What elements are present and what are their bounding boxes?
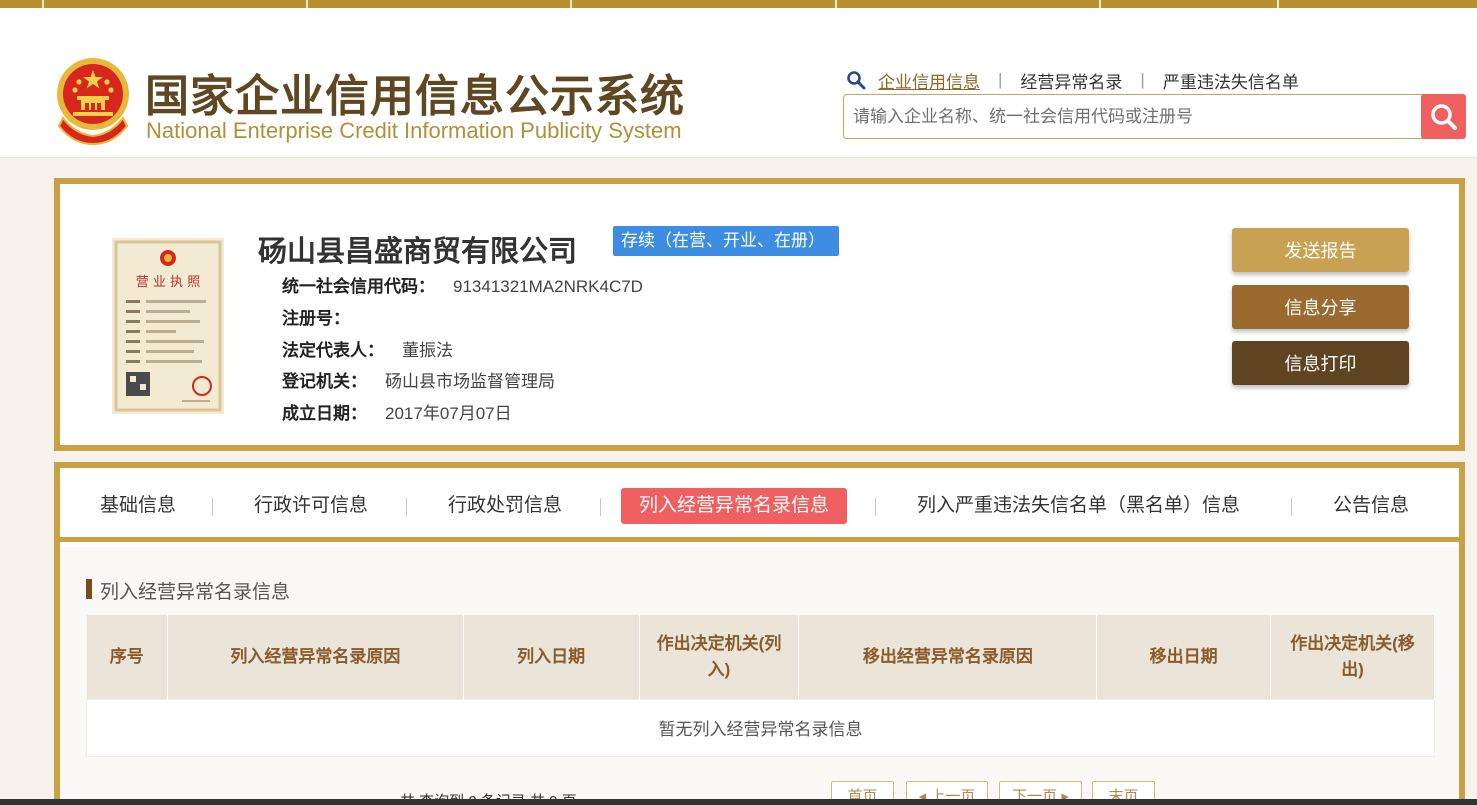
nav-separator: | [1140, 70, 1145, 89]
share-info-button[interactable]: 信息分享 [1232, 285, 1409, 329]
col-header-reason-in: 列入经营异常名录原因 [167, 615, 464, 699]
tab-content: 列入经营异常名录信息 序号 列入经营异常名录原因 列入日期 作出决定机关(列入)… [60, 547, 1459, 805]
print-info-button[interactable]: 信息打印 [1232, 341, 1409, 385]
bottom-bar [0, 799, 1477, 805]
company-card: 营 业 执 照 砀山县昌盛商贸有限公司 存续（在营、开业、在册） 统一社会信用代… [54, 178, 1465, 451]
tab-basic-info[interactable]: 基础信息 [100, 488, 176, 524]
tab-separator [875, 498, 876, 516]
top-strip [0, 0, 1477, 8]
license-title: 营 业 执 照 [136, 275, 200, 290]
table-header-row: 序号 列入经营异常名录原因 列入日期 作出决定机关(列入) 移出经营异常名录原因… [86, 615, 1435, 699]
info-label: 注册号： [282, 309, 350, 328]
info-reg-authority: 登记机关： 砀山县市场监督管理局 [282, 367, 555, 392]
company-name: 砀山县昌盛商贸有限公司 [258, 234, 578, 268]
search-box [843, 94, 1466, 139]
site-title-en: National Enterprise Credit Information P… [146, 118, 682, 143]
col-header-date-in: 列入日期 [463, 615, 640, 699]
section-title: 列入经营异常名录信息 [86, 577, 290, 604]
search-input[interactable] [844, 95, 1419, 138]
nav-separator: | [998, 70, 1003, 89]
status-badge: 存续（在营、开业、在册） [613, 226, 839, 256]
tab-separator [1291, 498, 1292, 516]
col-header-authority-out: 作出决定机关(移出) [1270, 615, 1435, 699]
nav-abnormal-list-link[interactable]: 经营异常名录 [1020, 68, 1122, 93]
strip-divider [1099, 0, 1101, 8]
empty-message: 暂无列入经营异常名录信息 [86, 698, 1435, 757]
info-value: 董振法 [402, 341, 453, 360]
business-license-image[interactable]: 营 业 执 照 [112, 238, 224, 414]
tab-admin-license[interactable]: 行政许可信息 [254, 488, 368, 524]
tab-blacklist[interactable]: 列入严重违法失信名单（黑名单）信息 [917, 488, 1240, 524]
tab-announcement[interactable]: 公告信息 [1333, 488, 1409, 524]
site-title-cn: 国家企业信用信息公示系统 [145, 71, 685, 122]
strip-divider [835, 0, 837, 8]
col-header-reason-out: 移出经营异常名录原因 [798, 615, 1098, 699]
info-established-date: 成立日期： 2017年07月07日 [282, 399, 512, 424]
search-button[interactable] [1421, 94, 1466, 139]
col-header-date-out: 移出日期 [1096, 615, 1272, 699]
col-header-index: 序号 [86, 615, 168, 699]
info-value: 砀山县市场监督管理局 [385, 372, 555, 391]
magnifier-icon [1430, 103, 1457, 130]
tab-separator [212, 498, 213, 516]
tab-admin-penalty[interactable]: 行政处罚信息 [448, 488, 562, 524]
info-legal-rep: 法定代表人： 董振法 [282, 336, 453, 361]
col-header-authority-in: 作出决定机关(列入) [639, 615, 800, 699]
nav-enterprise-credit-link[interactable]: 企业信用信息 [878, 68, 980, 93]
info-reg-number: 注册号： [282, 304, 368, 329]
strip-divider [306, 0, 308, 8]
tab-separator [600, 498, 601, 516]
table-row: 暂无列入经营异常名录信息 [86, 698, 1435, 757]
tab-bar: 基础信息 行政许可信息 行政处罚信息 列入经营异常名录信息 列入严重违法失信名单… [60, 468, 1459, 542]
nav-blacklist-link[interactable]: 严重违法失信名单 [1163, 68, 1299, 93]
strip-divider [42, 0, 44, 8]
info-value: 2017年07月07日 [385, 404, 512, 423]
strip-divider [1277, 0, 1279, 8]
info-label: 登记机关： [282, 372, 367, 391]
send-report-button[interactable]: 发送报告 [1232, 228, 1409, 272]
search-nav: 企业信用信息 | 经营异常名录 | 严重违法失信名单 [846, 68, 1299, 92]
site-header: 国家企业信用信息公示系统 National Enterprise Credit … [0, 8, 1477, 158]
strip-divider [570, 0, 572, 8]
info-label: 统一社会信用代码： [282, 277, 435, 296]
info-value: 91341321MA2NRK4C7D [453, 277, 643, 296]
info-label: 成立日期： [282, 404, 367, 423]
tab-separator [406, 498, 407, 516]
tab-abnormal-list[interactable]: 列入经营异常名录信息 [621, 488, 848, 524]
info-panel: 基础信息 行政许可信息 行政处罚信息 列入经营异常名录信息 列入严重违法失信名单… [54, 462, 1465, 805]
abnormal-list-table: 序号 列入经营异常名录原因 列入日期 作出决定机关(列入) 移出经营异常名录原因… [86, 615, 1435, 757]
info-credit-code: 统一社会信用代码： 91341321MA2NRK4C7D [282, 272, 643, 297]
national-emblem-icon[interactable] [55, 56, 131, 146]
search-icon [847, 71, 866, 90]
info-label: 法定代表人： [282, 341, 384, 360]
